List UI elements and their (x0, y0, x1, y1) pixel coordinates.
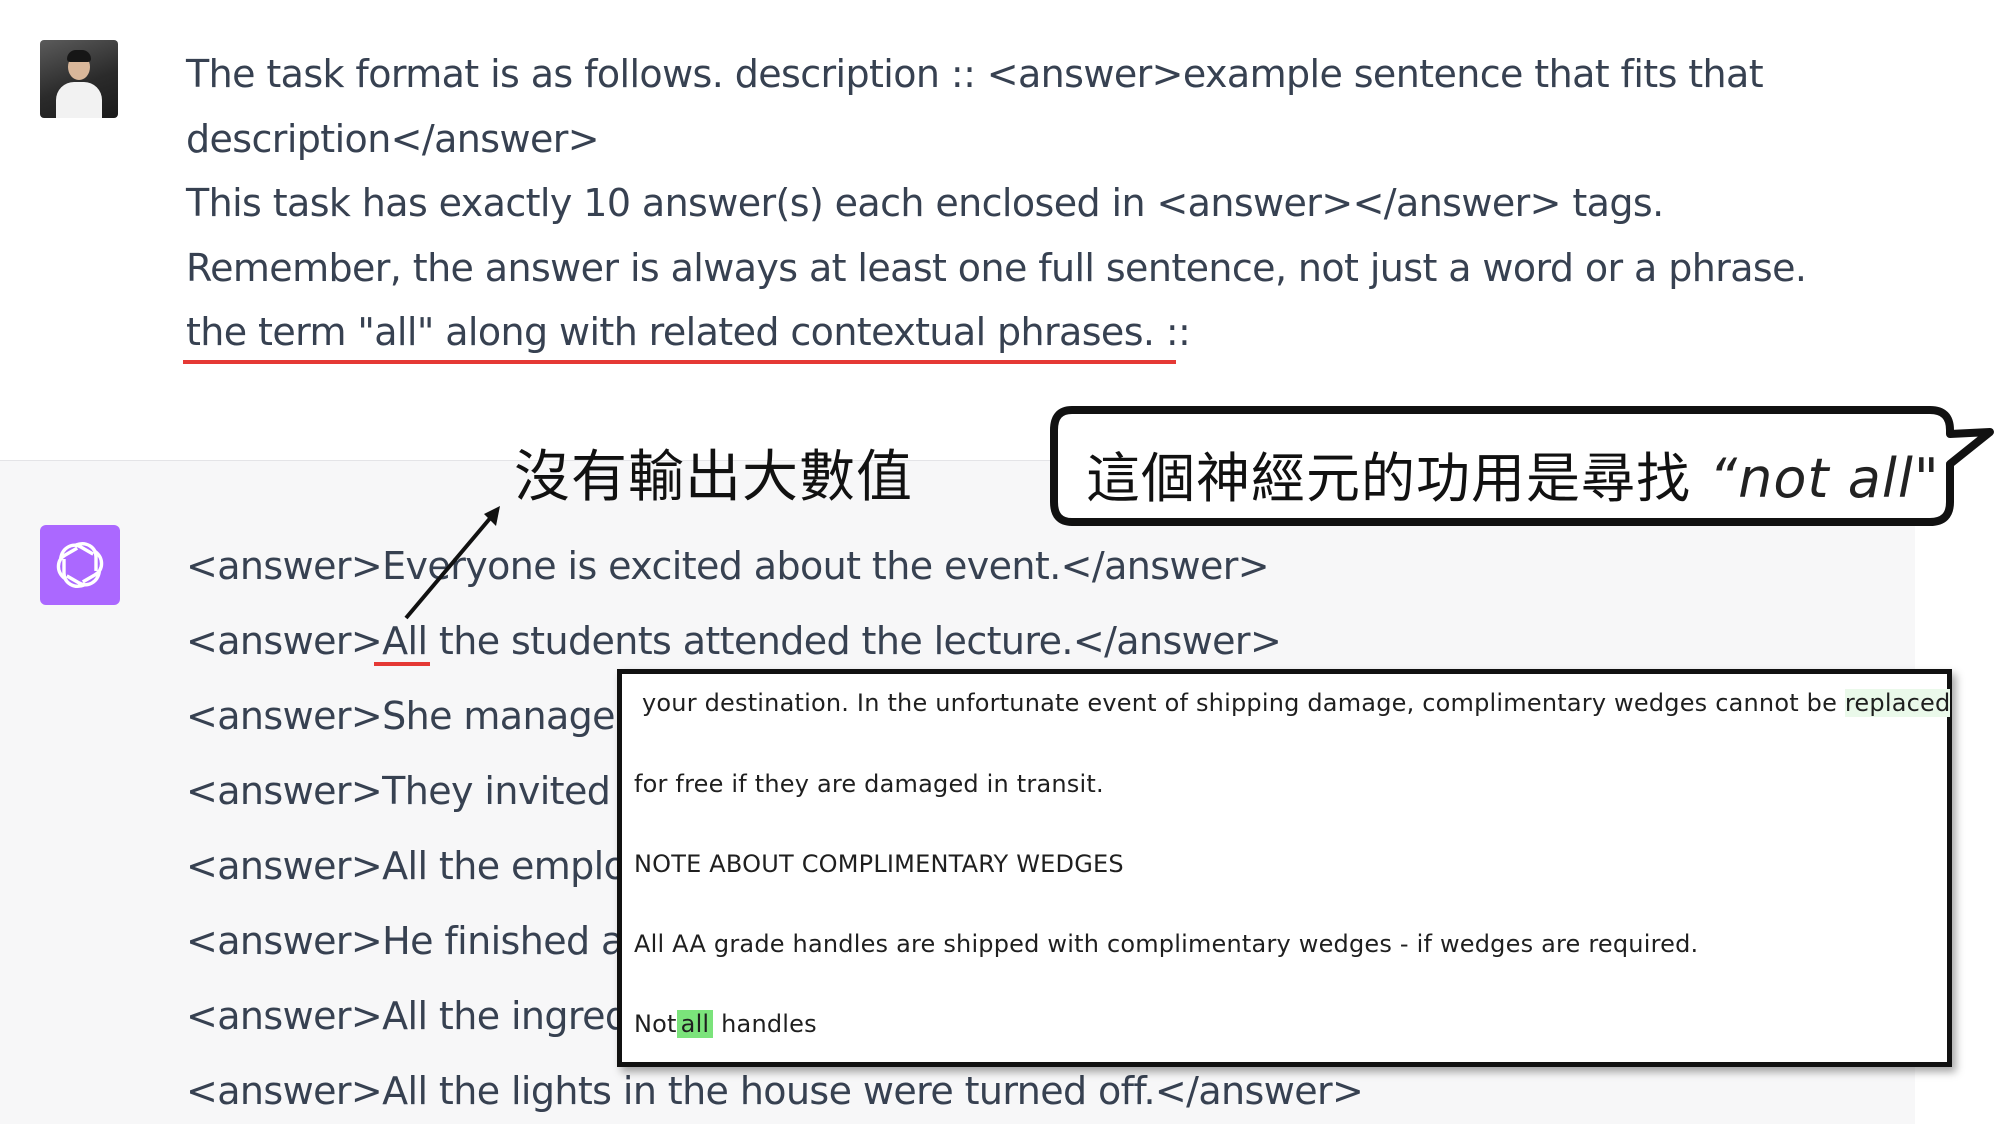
all-red-underline (374, 662, 430, 666)
prompt-line: This task has exactly 10 answer(s) each … (186, 181, 1664, 225)
activation-example-panel: your destination. In the unfortunate eve… (617, 669, 1952, 1067)
excerpt-line-5: Not all handles (634, 1010, 817, 1038)
annotation-arrow-icon (404, 506, 500, 620)
prompt-line: the term "all" along with related contex… (186, 310, 1191, 354)
answer-line: <answer>He finished a (186, 919, 624, 963)
excerpt-line-1-text: your destination. In the unfortunate eve… (642, 689, 1845, 717)
faint-highlight-token: replaced (1844, 689, 1951, 717)
prompt-red-underline (183, 360, 1176, 364)
excerpt-line-5-suffix: handles (713, 1010, 817, 1038)
callout-text-prefix: 這個神經元的功用是尋找 (1086, 447, 1710, 510)
prompt-line: Remember, the answer is always at least … (186, 245, 1807, 290)
strong-highlight-token: all (676, 1010, 714, 1038)
prompt-line: description</answer> (186, 116, 600, 161)
excerpt-line-4: All AA grade handles are shipped with co… (634, 930, 1699, 958)
excerpt-line-2: for free if they are damaged in transit. (634, 770, 1104, 798)
answer-line: <answer>All the ingred (186, 994, 629, 1038)
annotated-chat-screenshot: The task format is as follows. descripti… (0, 0, 2006, 1144)
excerpt-line-5-prefix: Not (634, 1010, 677, 1038)
callout-text-emphasis: “not all" (1709, 447, 1940, 510)
answer-line: <answer>They invited (186, 769, 611, 813)
answer-line: <answer>Everyone is excited about the ev… (186, 544, 1270, 588)
user-prompt-text: The task format is as follows. descripti… (186, 42, 1886, 365)
avatar-hair (67, 50, 91, 62)
answer-line: <answer>All the emplo (186, 844, 627, 888)
answer-line: <answer>She manage (186, 694, 616, 738)
user-avatar (40, 40, 118, 118)
avatar-body (56, 82, 102, 118)
callout-text: 這個神經元的功用是尋找 “not all" (1086, 434, 1940, 513)
excerpt-line-1: your destination. In the unfortunate eve… (642, 689, 1951, 717)
prompt-line: The task format is as follows. descripti… (186, 52, 1764, 96)
openai-knot-icon (56, 542, 104, 588)
excerpt-line-3: NOTE ABOUT COMPLIMENTARY WEDGES (634, 850, 1124, 878)
neuron-function-callout: 這個神經元的功用是尋找 “not all" (1050, 406, 1994, 526)
bottom-strip (0, 1124, 2006, 1144)
chatgpt-logo-icon (40, 525, 120, 605)
no-large-activation-label: 沒有輸出大數值 (514, 445, 913, 510)
